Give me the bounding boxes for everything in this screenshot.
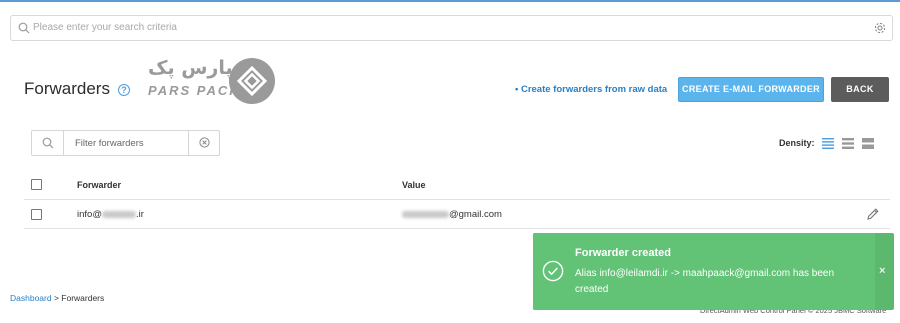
toast-body: Forwarder created Alias info@leilamdi.ir… xyxy=(533,233,875,310)
filter-box[interactable]: Filter forwarders xyxy=(31,130,220,156)
gear-icon[interactable] xyxy=(873,21,887,35)
forwarder-cell: info@ .ir xyxy=(77,209,144,220)
breadcrumb-current: Forwarders xyxy=(61,293,105,303)
value-suffix: @gmail.com xyxy=(449,209,502,220)
logo-persian-text: پارس پک xyxy=(148,57,233,79)
pencil-icon[interactable] xyxy=(866,207,880,221)
search-icon xyxy=(18,22,30,34)
density-compact-icon[interactable] xyxy=(822,138,834,149)
toast-message: Alias info@leilamdi.ir -> maahpaack@gmai… xyxy=(575,268,835,295)
page-title: Forwarders xyxy=(24,79,110,98)
logo-latin-text: PARS PACK xyxy=(148,83,241,98)
forwarder-suffix: .ir xyxy=(135,209,144,220)
global-search-bar[interactable]: Please enter your search criteria xyxy=(10,15,893,41)
density-label: Density: xyxy=(779,138,815,148)
redacted-user xyxy=(402,210,449,218)
filter-search-button[interactable] xyxy=(32,131,64,155)
row-checkbox[interactable] xyxy=(31,209,42,220)
question-circle-icon[interactable]: ? xyxy=(118,84,130,96)
select-all-checkbox[interactable] xyxy=(31,179,42,190)
forwarder-prefix: info@ xyxy=(77,209,102,220)
filter-clear-button[interactable] xyxy=(188,131,219,155)
column-header-forwarder[interactable]: Forwarder xyxy=(77,180,121,190)
table-row[interactable]: info@ .ir @gmail.com xyxy=(24,200,890,229)
value-cell: @gmail.com xyxy=(402,209,502,220)
create-forwarder-button[interactable]: CREATE E-MAIL FORWARDER xyxy=(678,77,824,102)
create-from-raw-link[interactable]: • Create forwarders from raw data xyxy=(515,84,667,95)
breadcrumb-dashboard-link[interactable]: Dashboard xyxy=(10,293,52,303)
check-circle-icon xyxy=(542,260,564,282)
density-normal-icon[interactable] xyxy=(842,138,854,149)
breadcrumb: Dashboard > Forwarders xyxy=(10,293,104,303)
column-header-value[interactable]: Value xyxy=(402,180,426,190)
top-accent-line xyxy=(0,0,900,2)
breadcrumb-separator: > xyxy=(51,293,62,303)
clear-circle-icon xyxy=(199,137,210,148)
density-comfortable-icon[interactable] xyxy=(862,138,874,149)
success-toast[interactable]: Forwarder created Alias info@leilamdi.ir… xyxy=(533,233,894,310)
toast-close-button[interactable]: × xyxy=(879,265,885,277)
table-header: Forwarder Value xyxy=(24,170,890,200)
pars-pack-logo: پارس پک PARS PACK xyxy=(146,55,278,105)
redacted-domain xyxy=(101,210,136,218)
back-button[interactable]: BACK xyxy=(831,77,889,102)
search-icon xyxy=(42,137,54,149)
toast-title: Forwarder created xyxy=(575,247,671,259)
search-placeholder[interactable]: Please enter your search criteria xyxy=(33,22,177,33)
logo-mark-icon xyxy=(229,58,275,104)
filter-input[interactable]: Filter forwarders xyxy=(75,138,144,149)
